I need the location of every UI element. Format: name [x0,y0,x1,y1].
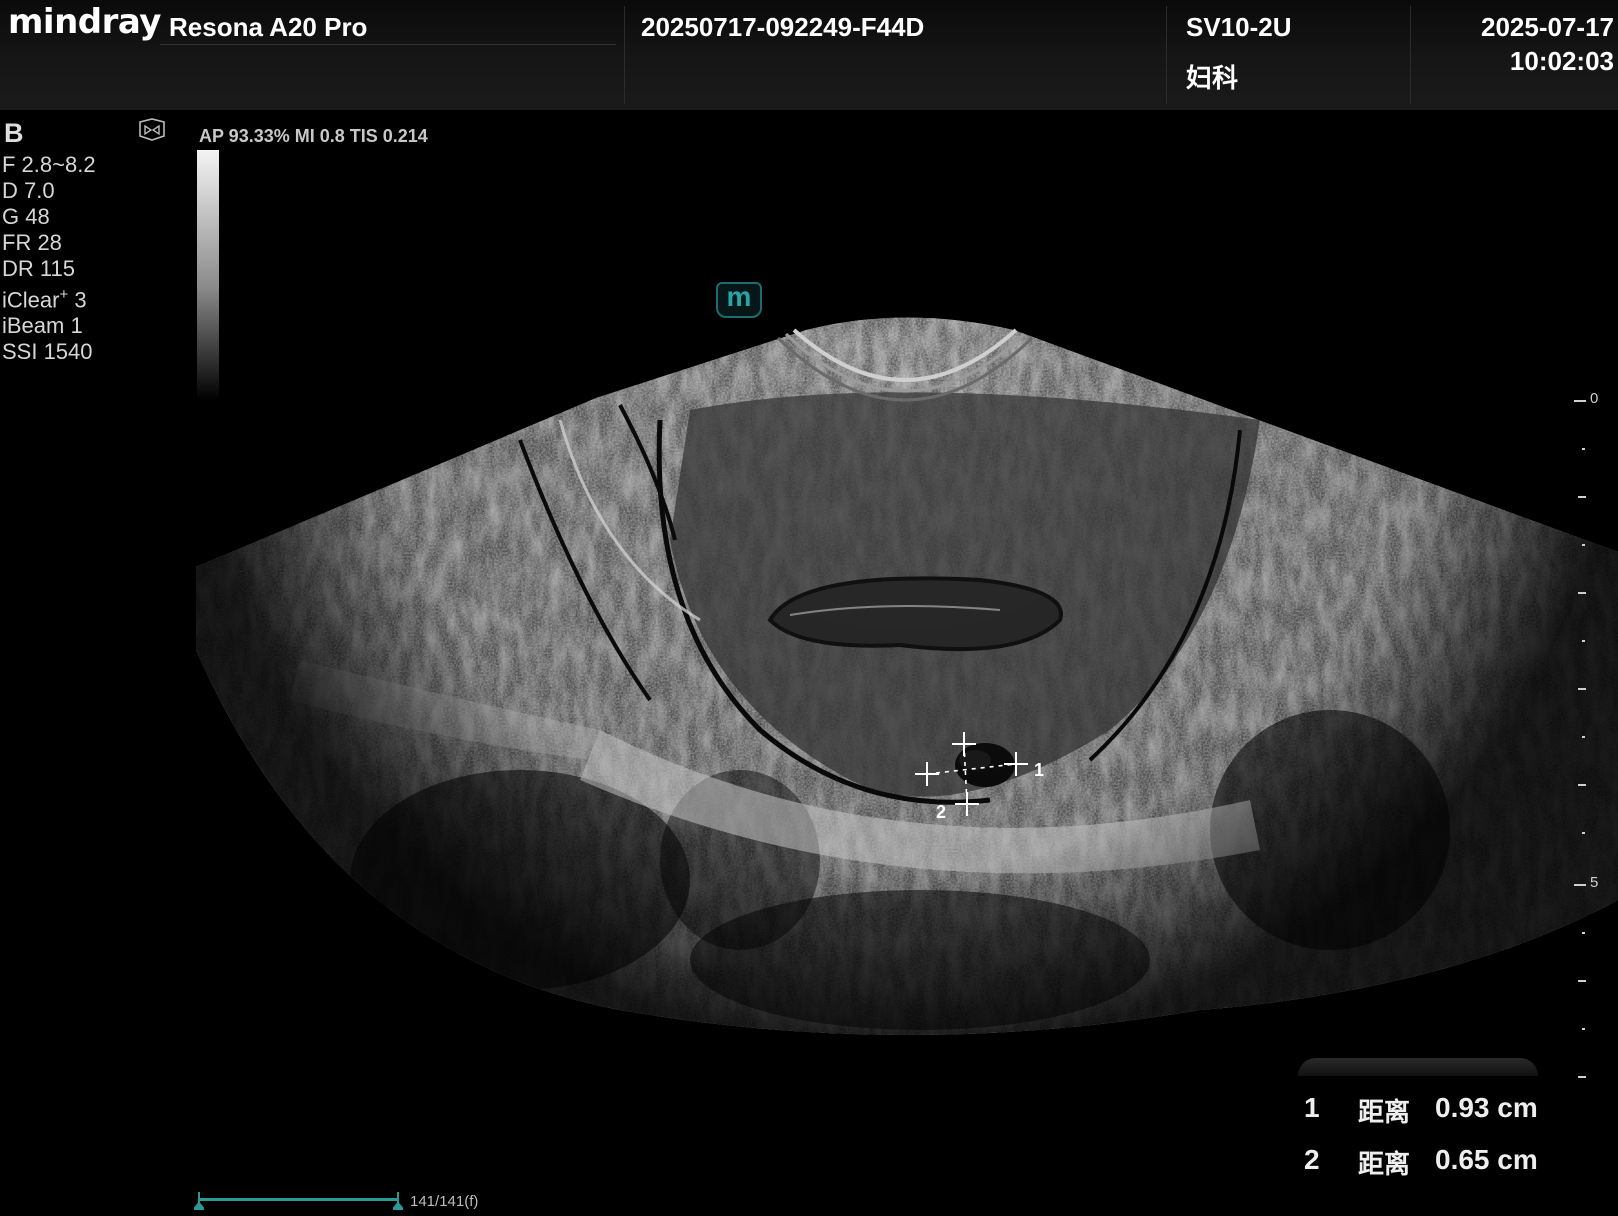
depth-tick [1578,592,1586,594]
depth-tick-minor [1582,448,1585,450]
top-info-bar: mindray Resona A20 Pro 20250717-092249-F… [0,0,1618,110]
ultrasound-image[interactable]: 1 2 [0,110,1618,1110]
image-sector [196,317,1618,1035]
system-model: Resona A20 Pro [169,12,368,42]
cine-end-marker-icon[interactable] [393,1192,403,1210]
brand-logo: mindray [8,2,161,42]
exam-department: 妇科 [1186,64,1239,94]
measurement-name: 距离 [1358,1098,1411,1128]
depth-tick [1578,784,1586,786]
cine-frame-counter: 141/141(f) [410,1193,479,1210]
header-separator [1166,6,1167,104]
measurement-index: 1 [1304,1092,1320,1123]
measurement-row[interactable]: 1 距离 0.93 cm [1290,1092,1590,1144]
depth-tick-minor [1582,932,1585,934]
probe-name: SV10-2U [1186,12,1292,42]
caliper-label-2: 2 [936,802,946,822]
measurement-name: 距离 [1358,1150,1411,1180]
depth-tick [1578,688,1586,690]
depth-tick [1578,496,1586,498]
caliper-label-1: 1 [1034,760,1044,780]
measurement-value: 0.93 cm [1435,1092,1538,1123]
depth-tick-minor [1582,544,1585,546]
exam-time: 10:02:03 [1509,46,1614,76]
cine-track [198,1198,398,1201]
header-divider [160,44,616,45]
exam-date: 2025-07-17 [1481,12,1614,42]
depth-tick-major [1574,884,1586,886]
measurement-row[interactable]: 2 距离 0.65 cm [1290,1144,1590,1196]
depth-label-5: 5 [1590,874,1599,891]
depth-tick [1578,1076,1586,1078]
depth-tick-minor [1582,832,1585,834]
measurement-value: 0.65 cm [1435,1144,1538,1175]
depth-label-0: 0 [1590,390,1599,407]
depth-tick-major [1574,400,1586,402]
cine-loop-slider[interactable] [194,1192,403,1210]
measurement-results: 1 距离 0.93 cm 2 距离 0.65 cm [1290,1092,1590,1196]
results-panel-tab[interactable] [1298,1058,1538,1076]
header-separator [1410,6,1411,104]
mindray-marker-icon: m [716,282,762,318]
depth-tick-minor [1582,736,1585,738]
header-separator [624,6,625,104]
depth-tick-minor [1582,1028,1585,1030]
cine-start-marker-icon[interactable] [194,1192,204,1210]
measurement-index: 2 [1304,1144,1320,1175]
depth-scale: 0 5 [1560,390,1618,1090]
depth-tick-minor [1582,640,1585,642]
exam-id: 20250717-092249-F44D [641,12,925,42]
depth-tick [1578,980,1586,982]
